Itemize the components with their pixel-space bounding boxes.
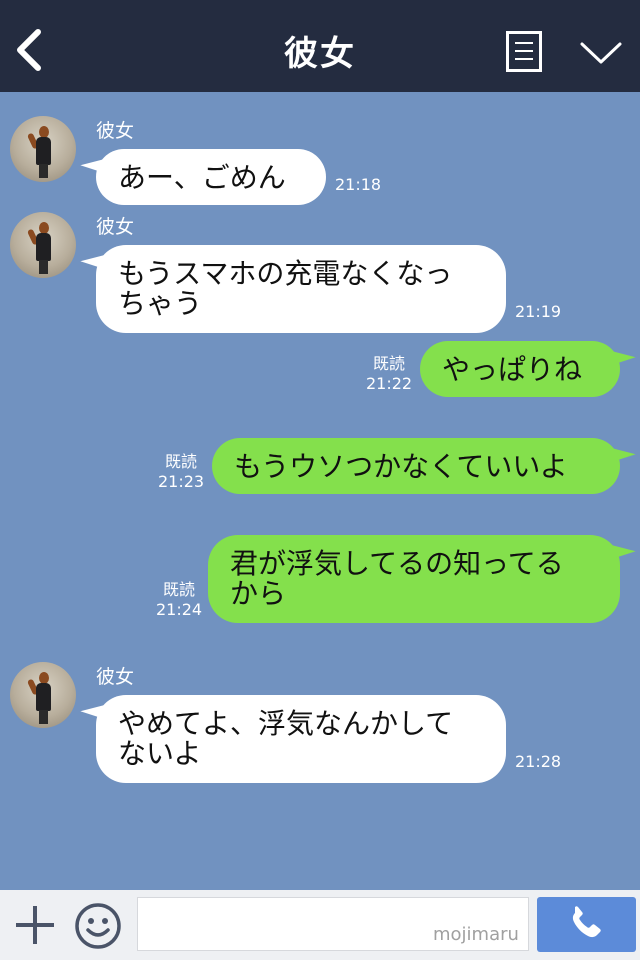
message-time: 21:28 bbox=[515, 752, 562, 771]
message-time: 21:22 bbox=[366, 374, 413, 393]
message-time: 21:24 bbox=[156, 600, 203, 619]
message-time: 21:19 bbox=[515, 302, 562, 321]
message-bubble[interactable]: 君が浮気してるの知ってる から bbox=[208, 535, 620, 623]
call-button[interactable] bbox=[537, 897, 636, 952]
message-bubble[interactable]: もうウソつかなくていいよ bbox=[212, 438, 620, 494]
sender-name: 彼女 bbox=[96, 216, 135, 238]
collapse-chevron-icon bbox=[580, 42, 622, 64]
menu-button[interactable] bbox=[506, 31, 542, 72]
plus-icon bbox=[16, 906, 54, 944]
message-bubble[interactable]: もうスマホの充電なくなっ ちゃう bbox=[96, 245, 506, 333]
sender-name: 彼女 bbox=[96, 120, 135, 142]
watermark: mojimaru bbox=[433, 924, 519, 945]
message-bubble[interactable]: やめてよ、浮気なんかして ないよ bbox=[96, 695, 506, 783]
add-attachment-button[interactable] bbox=[14, 904, 56, 946]
avatar[interactable] bbox=[10, 116, 76, 182]
menu-list-icon bbox=[506, 31, 542, 72]
read-status: 既読 bbox=[163, 580, 196, 599]
chat-title: 彼女 bbox=[284, 34, 356, 74]
avatar[interactable] bbox=[10, 662, 76, 728]
sender-name: 彼女 bbox=[96, 666, 135, 688]
phone-icon bbox=[572, 906, 601, 938]
read-status: 既読 bbox=[165, 452, 198, 471]
emoji-button[interactable] bbox=[74, 902, 122, 950]
message-bubble[interactable]: あー、ごめん bbox=[96, 149, 326, 205]
collapse-button[interactable] bbox=[578, 38, 624, 68]
chat-area[interactable]: 彼女 あー、ごめん 21:18 彼女 もうスマホの充電なくなっ ちゃう 21:1… bbox=[0, 92, 640, 890]
avatar[interactable] bbox=[10, 212, 76, 278]
read-status: 既読 bbox=[373, 354, 406, 373]
message-time: 21:23 bbox=[158, 472, 205, 491]
chat-header: 彼女 bbox=[0, 0, 640, 92]
message-bubble[interactable]: やっぱりね bbox=[420, 341, 620, 397]
emoji-icon bbox=[75, 903, 121, 949]
message-time: 21:18 bbox=[335, 175, 382, 194]
